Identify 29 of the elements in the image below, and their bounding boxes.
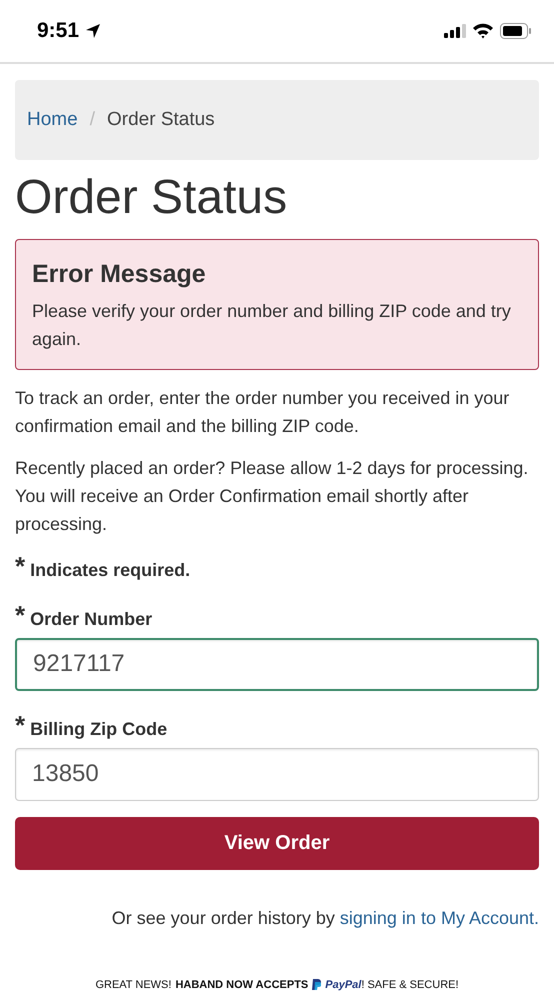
field-label: Order Number [30, 608, 152, 630]
banner-text: HABAND NOW ACCEPTS [175, 978, 308, 991]
input-field[interactable]: 13850 [15, 748, 539, 801]
signal-icon [444, 24, 466, 38]
clock-time: 9:51 [37, 19, 80, 43]
history-text: Or see your order history by [112, 908, 335, 928]
error-text: Please verify your order number and billing ZIP code and try again. [32, 300, 512, 351]
view-order-button[interactable]: View Order [15, 816, 539, 870]
brand-name: PayPal [325, 978, 362, 991]
breadcrumb-current: Order Status [106, 109, 215, 131]
battery-icon [500, 23, 532, 39]
required-note: Indicates required. [30, 560, 190, 581]
info-paragraph: To track an order, enter the order number you received in your confirmation email and the billing ZIP code. [15, 386, 510, 438]
location-arrow-icon [85, 23, 102, 39]
page-title: Order Status [15, 172, 288, 225]
banner-text: GREAT NEWS! [95, 978, 172, 991]
required-asterisk: * [15, 556, 26, 576]
info-paragraph: Recently placed an order? Please allow 1-2 days for processing. You will receive an Order Confirmation email shortly after processing. [15, 456, 530, 536]
breadcrumb-separator: / [90, 109, 95, 131]
banner-text: ! SAFE & SECURE! [361, 978, 459, 991]
payment-logo-icon [312, 979, 322, 990]
sign-in-link[interactable]: signing in to My Account. [340, 908, 539, 928]
breadcrumb-link[interactable]: Home [27, 109, 78, 131]
error-heading: Error Message [32, 260, 207, 289]
required-asterisk: * [15, 604, 26, 625]
wifi-icon [472, 23, 494, 39]
field-label: Billing Zip Code [30, 718, 168, 740]
required-asterisk: * [15, 714, 26, 735]
input-field[interactable]: 9217117 [15, 638, 539, 691]
